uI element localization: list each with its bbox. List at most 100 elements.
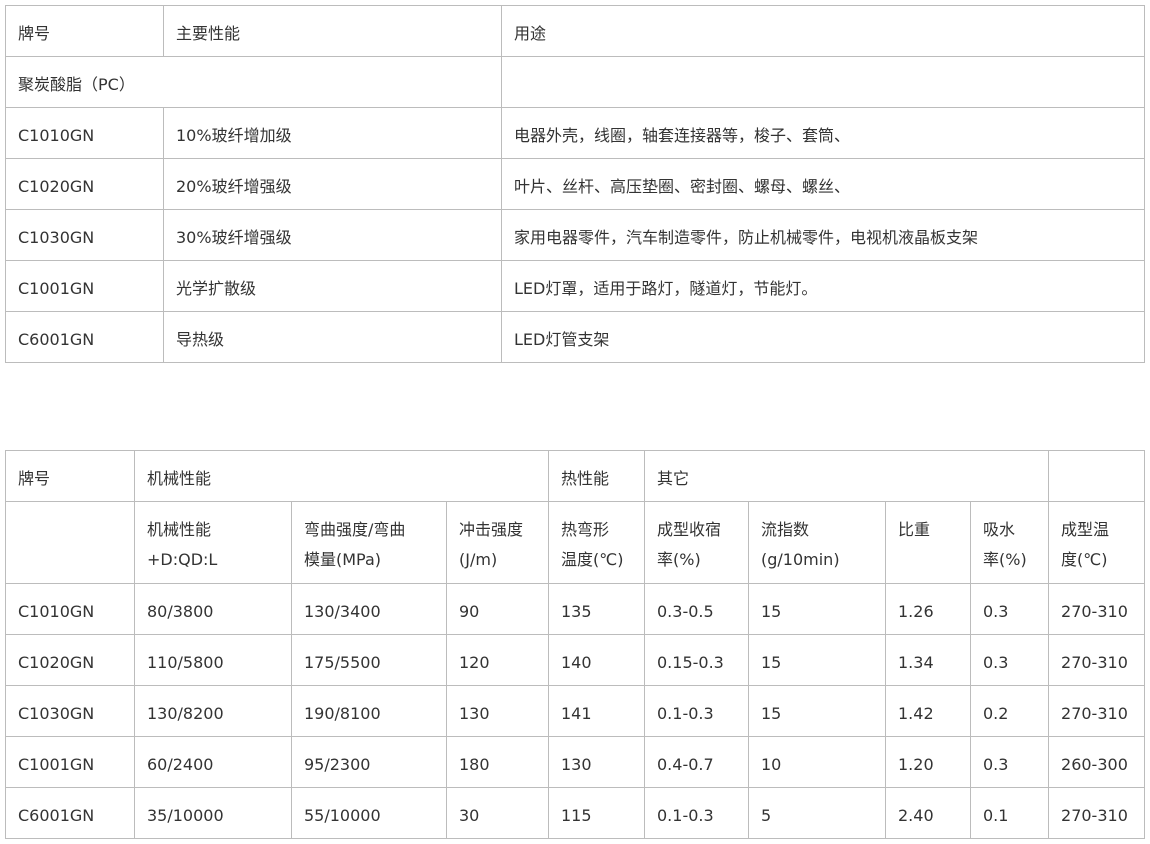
- cell-grade: C1030GN: [5, 209, 164, 261]
- cell-water-absorption: 0.1: [969, 787, 1050, 839]
- cell-usage: LED灯管支架: [501, 311, 1145, 363]
- product-usage-table: 牌号 主要性能 用途 聚炭酸脂（PC） C1010GN 10%玻纤增加级 电器外…: [5, 5, 1145, 363]
- cell-impact: 180: [446, 736, 549, 788]
- table-row: C6001GN 导热级 LED灯管支架: [5, 311, 1145, 363]
- cell-flexural: 190/8100: [291, 685, 447, 737]
- cell-shrinkage: 0.3-0.5: [644, 583, 749, 635]
- cell-density: 1.42: [885, 685, 971, 737]
- subheader-hdt: 热弯形 温度(℃): [548, 501, 645, 584]
- cell-density: 2.40: [885, 787, 971, 839]
- group-empty-cell: [501, 56, 1145, 108]
- table-row: C1010GN 10%玻纤增加级 电器外壳，线圈，轴套连接器等，梭子、套筒、: [5, 107, 1145, 159]
- cell-tensile: 110/5800: [134, 634, 292, 686]
- cell-water-absorption: 0.2: [969, 685, 1050, 737]
- subheader-water-absorption: 吸水 率(%): [969, 501, 1050, 584]
- sub-header-row: 机械性能 +D:QD:L 弯曲强度/弯曲 模量(MPa) 冲击强度 (J/m) 热弯形…: [5, 501, 1146, 584]
- header-usage: 用途: [501, 5, 1145, 57]
- cell-flexural: 175/5500: [291, 634, 447, 686]
- table-row: C1001GN 60/2400 95/2300 180 130 0.4-0.7 …: [5, 736, 1146, 788]
- cell-shrinkage: 0.1-0.3: [644, 685, 749, 737]
- header-performance: 主要性能: [163, 5, 502, 57]
- table-row: C1010GN 80/3800 130/3400 90 135 0.3-0.5 …: [5, 583, 1146, 635]
- cell-performance: 30%玻纤增强级: [163, 209, 502, 261]
- cell-hdt: 140: [548, 634, 645, 686]
- header-mechanical: 机械性能: [134, 450, 549, 502]
- cell-tensile: 35/10000: [134, 787, 292, 839]
- table-row: C1030GN 130/8200 190/8100 130 141 0.1-0.…: [5, 685, 1146, 737]
- cell-tensile: 60/2400: [134, 736, 292, 788]
- group-label: 聚炭酸脂（PC）: [5, 56, 502, 108]
- header-thermal: 热性能: [548, 450, 645, 502]
- cell-flexural: 55/10000: [291, 787, 447, 839]
- cell-performance: 20%玻纤增强级: [163, 158, 502, 210]
- cell-melt-index: 15: [748, 634, 886, 686]
- cell-melt-index: 15: [748, 583, 886, 635]
- cell-performance: 导热级: [163, 311, 502, 363]
- cell-grade: C1010GN: [5, 107, 164, 159]
- cell-impact: 120: [446, 634, 549, 686]
- cell-grade: C1001GN: [5, 736, 135, 788]
- cell-water-absorption: 0.3: [969, 634, 1050, 686]
- cell-usage: 电器外壳，线圈，轴套连接器等，梭子、套筒、: [501, 107, 1145, 159]
- cell-usage: LED灯罩，适用于路灯，隧道灯，节能灯。: [501, 260, 1145, 312]
- cell-molding-temp: 260-300: [1048, 736, 1146, 788]
- cell-grade: C1020GN: [5, 634, 135, 686]
- table-row: C6001GN 35/10000 55/10000 30 115 0.1-0.3…: [5, 787, 1146, 839]
- table-row: C1030GN 30%玻纤增强级 家用电器零件，汽车制造零件，防止机械零件，电视…: [5, 209, 1145, 261]
- group-header-row: 牌号 机械性能 热性能 其它: [5, 450, 1146, 502]
- subheader-tensile: 机械性能 +D:QD:L: [134, 501, 292, 584]
- cell-shrinkage: 0.1-0.3: [644, 787, 749, 839]
- subheader-empty-cell: [5, 501, 135, 584]
- cell-grade: C1010GN: [5, 583, 135, 635]
- table-row: C1001GN 光学扩散级 LED灯罩，适用于路灯，隧道灯，节能灯。: [5, 260, 1145, 312]
- cell-melt-index: 10: [748, 736, 886, 788]
- cell-molding-temp: 270-310: [1048, 685, 1146, 737]
- cell-hdt: 135: [548, 583, 645, 635]
- header-empty-cell: [1048, 450, 1146, 502]
- cell-density: 1.26: [885, 583, 971, 635]
- subheader-melt-index: 流指数 (g/10min): [748, 501, 886, 584]
- cell-impact: 90: [446, 583, 549, 635]
- cell-usage: 家用电器零件，汽车制造零件，防止机械零件，电视机液晶板支架: [501, 209, 1145, 261]
- subheader-shrinkage: 成型收宿 率(%): [644, 501, 749, 584]
- cell-shrinkage: 0.15-0.3: [644, 634, 749, 686]
- product-properties-table: 牌号 机械性能 热性能 其它 机械性能 +D:QD:L 弯曲强度/弯曲 模量(MPa…: [5, 450, 1146, 839]
- cell-molding-temp: 270-310: [1048, 787, 1146, 839]
- cell-grade: C1030GN: [5, 685, 135, 737]
- cell-usage: 叶片、丝杆、高压垫圈、密封圈、螺母、螺丝、: [501, 158, 1145, 210]
- cell-molding-temp: 270-310: [1048, 634, 1146, 686]
- table-row: C1020GN 20%玻纤增强级 叶片、丝杆、高压垫圈、密封圈、螺母、螺丝、: [5, 158, 1145, 210]
- cell-molding-temp: 270-310: [1048, 583, 1146, 635]
- table-header-row: 牌号 主要性能 用途: [5, 5, 1145, 57]
- header-other: 其它: [643, 450, 1050, 502]
- cell-hdt: 130: [548, 736, 645, 788]
- cell-density: 1.20: [885, 736, 971, 788]
- cell-melt-index: 5: [748, 787, 886, 839]
- header-grade: 牌号: [5, 450, 135, 502]
- cell-impact: 130: [446, 685, 549, 737]
- subheader-flexural: 弯曲强度/弯曲 模量(MPa): [291, 501, 447, 584]
- subheader-density: 比重: [885, 501, 971, 584]
- subheader-impact: 冲击强度 (J/m): [446, 501, 549, 584]
- cell-flexural: 130/3400: [291, 583, 447, 635]
- group-row: 聚炭酸脂（PC）: [5, 56, 1145, 108]
- cell-shrinkage: 0.4-0.7: [644, 736, 749, 788]
- cell-performance: 10%玻纤增加级: [163, 107, 502, 159]
- cell-hdt: 115: [548, 787, 645, 839]
- table-row: C1020GN 110/5800 175/5500 120 140 0.15-0…: [5, 634, 1146, 686]
- cell-tensile: 130/8200: [134, 685, 292, 737]
- cell-grade: C6001GN: [5, 311, 164, 363]
- cell-water-absorption: 0.3: [969, 583, 1050, 635]
- cell-tensile: 80/3800: [134, 583, 292, 635]
- cell-flexural: 95/2300: [291, 736, 447, 788]
- cell-grade: C1001GN: [5, 260, 164, 312]
- cell-grade: C1020GN: [5, 158, 164, 210]
- subheader-molding-temp: 成型温 度(℃): [1048, 501, 1146, 584]
- cell-melt-index: 15: [748, 685, 886, 737]
- cell-hdt: 141: [548, 685, 645, 737]
- cell-performance: 光学扩散级: [163, 260, 502, 312]
- cell-impact: 30: [446, 787, 549, 839]
- header-grade: 牌号: [5, 5, 164, 57]
- cell-grade: C6001GN: [5, 787, 135, 839]
- cell-density: 1.34: [885, 634, 971, 686]
